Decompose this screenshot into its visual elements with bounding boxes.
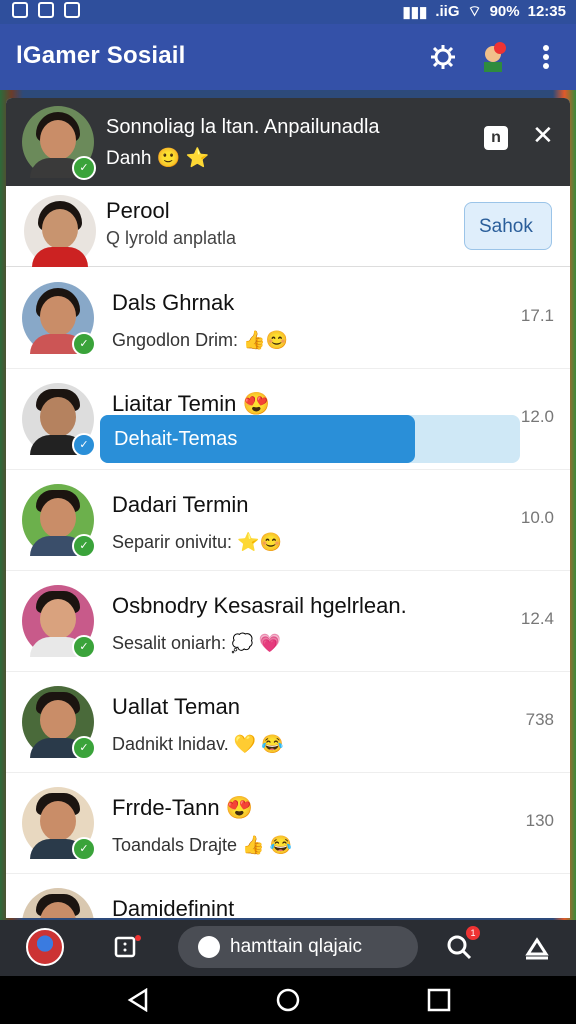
list-item[interactable]: ✓ Uallat Teman Dadnikt lnidav. 💛 😂 738	[6, 672, 570, 773]
find-friends-icon[interactable]: 1	[442, 926, 480, 964]
profile-name: Perool	[106, 198, 170, 223]
wifi-icon: ⌔	[467, 3, 482, 20]
notification-banner[interactable]: ✓ Sonnoliag la ltan. Anpailunadla Danh 🙂…	[6, 98, 570, 186]
list-item[interactable]: ✓ Liaitar Temin 😍 Dehait-Temas 12.0	[6, 369, 570, 470]
home-icon[interactable]	[275, 988, 301, 1012]
timestamp: 738	[525, 710, 554, 729]
avatar: ✓	[22, 686, 96, 760]
copy-button[interactable]: n	[484, 126, 508, 150]
friend-name: Dals Ghrnak	[112, 290, 235, 315]
online-badge: ✓	[72, 635, 96, 659]
add-friend-progress[interactable]: Dehait-Temas	[100, 415, 520, 463]
timestamp: 130	[525, 811, 554, 830]
online-badge: ✓	[72, 837, 96, 861]
recents-icon[interactable]	[426, 988, 452, 1012]
progress-label: Dehait-Temas	[114, 428, 238, 450]
friend-status: Dadnikt lnidav. 💛 😂	[112, 734, 284, 754]
avatar: ✓	[22, 106, 96, 180]
avatar	[22, 888, 94, 918]
settings-gear-icon[interactable]	[428, 44, 458, 70]
bottom-bar: hamttain qlajaic 1	[0, 920, 576, 976]
notification-count: 1	[466, 926, 480, 940]
notification-subtitle: Danh 🙂 ⭐	[106, 148, 210, 169]
avatar: ✓	[22, 787, 96, 861]
friend-status: Toandals Drajte 👍 😂	[112, 835, 292, 855]
app-bar: lGamer Sosiail	[0, 24, 576, 90]
notification-emoji: 🙂 ⭐	[156, 148, 210, 169]
profile-row[interactable]: Perool Q lyrold anplatla Sahok	[6, 186, 570, 267]
online-badge: ✓	[72, 332, 96, 356]
more-vert-icon[interactable]	[538, 44, 554, 70]
back-icon[interactable]	[126, 987, 152, 1013]
online-badge: ✓	[72, 534, 96, 558]
close-icon[interactable]: ✕	[532, 120, 554, 151]
avatar-badge-icon[interactable]	[478, 42, 508, 72]
signal-icon: ▮▮▮	[402, 3, 428, 21]
profile-subtitle: Q lyrold anplatla	[106, 228, 237, 248]
system-nav-bar	[0, 976, 576, 1024]
avatar: ✓	[22, 585, 96, 659]
friend-status: Sesalit oniarh: 💭 💗	[112, 633, 281, 653]
friend-status: Separir onivitu: ⭐😊	[112, 532, 282, 552]
avatar: ✓	[22, 383, 96, 457]
notification-title: Sonnoliag la ltan. Anpailunadla	[106, 116, 380, 138]
network-type: .iiG	[435, 3, 460, 20]
friends-list: ✓ Dals Ghrnak Gngodlon Drim: 👍😊 17.1 ✓ L…	[6, 268, 570, 918]
list-item[interactable]: Damidefinint	[6, 874, 570, 918]
friend-status: Gngodlon Drim: 👍😊	[112, 330, 288, 350]
exit-icon[interactable]	[520, 932, 554, 964]
online-badge: ✓	[72, 433, 96, 457]
avatar	[24, 195, 96, 267]
friend-name: Damidefinint	[112, 896, 235, 918]
emoji: 😍	[225, 795, 254, 820]
friend-name: Uallat Teman	[112, 694, 240, 719]
friend-name: Liaitar Temin 😍	[112, 391, 270, 416]
messenger-icon	[64, 2, 80, 18]
clock: 12:35	[527, 3, 566, 20]
online-badge: ✓	[72, 156, 96, 180]
battery-level: 90%	[489, 3, 520, 20]
list-item[interactable]: ✓ Dals Ghrnak Gngodlon Drim: 👍😊 17.1	[6, 268, 570, 369]
inventory-icon[interactable]	[110, 932, 144, 964]
timestamp: 17.1	[520, 306, 554, 325]
search-input[interactable]: hamttain qlajaic	[178, 926, 418, 968]
timestamp: 12.0	[520, 407, 554, 426]
status-bar: ▮▮▮ .iiG ⌔ 90% 12:35	[0, 0, 576, 24]
avatar: ✓	[22, 484, 96, 558]
timestamp: 10.0	[520, 508, 554, 527]
app-title: lGamer Sosiail	[16, 42, 186, 69]
send-button[interactable]: Sahok	[464, 202, 552, 250]
gallery-icon	[38, 2, 54, 18]
notification-icon	[12, 2, 28, 18]
friend-name: Dadari Termin	[112, 492, 249, 517]
search-placeholder: hamttain qlajaic	[230, 936, 363, 957]
friend-name: Osbnodry Kesasrail hgelrlean.	[112, 593, 407, 618]
list-item[interactable]: ✓ Osbnodry Kesasrail hgelrlean. Sesalit …	[6, 571, 570, 672]
search-icon	[198, 936, 220, 958]
my-avatar[interactable]	[26, 928, 64, 966]
timestamp: 12.4	[520, 609, 554, 628]
online-badge: ✓	[72, 736, 96, 760]
list-item[interactable]: ✓ Dadari Termin Separir onivitu: ⭐😊 10.0	[6, 470, 570, 571]
friends-panel: ✓ Sonnoliag la ltan. Anpailunadla Danh 🙂…	[6, 98, 570, 918]
friend-name: Frrde-Tann 😍	[112, 795, 254, 820]
list-item[interactable]: ✓ Frrde-Tann 😍 Toandals Drajte 👍 😂 130	[6, 773, 570, 874]
emoji: 😍	[242, 391, 270, 416]
avatar: ✓	[22, 282, 96, 356]
